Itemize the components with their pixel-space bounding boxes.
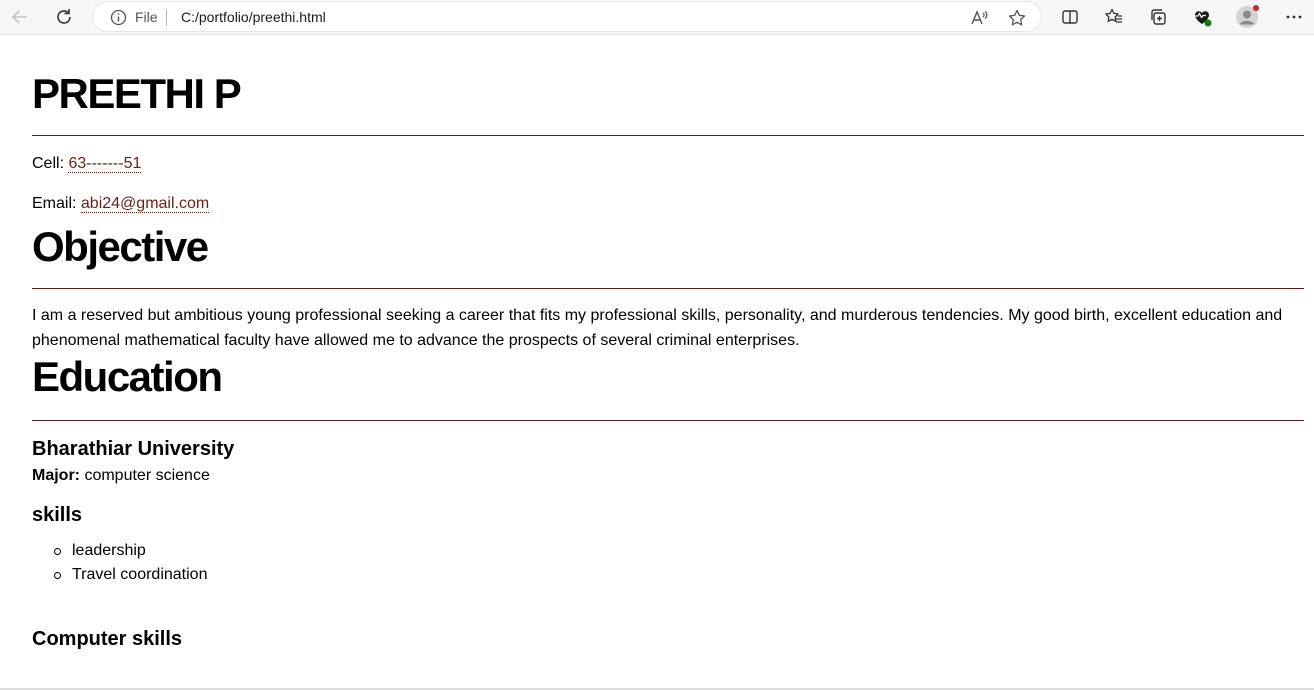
favorite-star-icon[interactable]: [1007, 8, 1027, 33]
url-text[interactable]: C:/portfolio/preethi.html: [181, 9, 326, 25]
scheme-label: File: [135, 9, 158, 25]
cell-label: Cell:: [32, 155, 65, 172]
objective-heading: Objective: [32, 223, 209, 270]
major-label: Major:: [32, 467, 80, 484]
cell-link[interactable]: 63-------51: [68, 155, 142, 173]
skills-list: leadership Travel coordination: [32, 539, 1304, 587]
major-value: computer science: [84, 467, 210, 484]
more-menu-button[interactable]: [1280, 3, 1308, 31]
objective-line-1: I am a reserved but ambitious young prof…: [32, 307, 1283, 324]
objective-line-2: phenomenal mathematical faculty have all…: [32, 331, 800, 349]
address-separator: [166, 9, 167, 26]
major-line: Major: computer science: [32, 466, 1304, 486]
resume-page: PREETHI P Cell: 63-------51 Email: abi24…: [32, 34, 1304, 651]
collections-icon: [1151, 9, 1166, 25]
address-bar[interactable]: File C:/portfolio/preethi.html: [92, 1, 1042, 32]
skills-heading: skills: [32, 504, 83, 526]
favorites-button[interactable]: [1100, 3, 1128, 31]
browser-toolbar: File C:/portfolio/preethi.html: [0, 0, 1314, 35]
health-icon: [1195, 11, 1212, 27]
back-button[interactable]: [6, 3, 34, 31]
info-icon[interactable]: [110, 9, 127, 31]
profile-avatar-icon: [1236, 5, 1259, 28]
back-arrow-icon: [11, 10, 27, 24]
university-name: Bharathiar University: [32, 438, 235, 460]
collections-button[interactable]: [1144, 3, 1172, 31]
email-label: Email:: [32, 195, 77, 212]
refresh-icon: [57, 9, 71, 24]
bullet-circle: [54, 548, 61, 555]
split-screen-button[interactable]: [1056, 3, 1084, 31]
split-screen-icon: [1062, 10, 1078, 24]
computer-skills-heading: Computer skills: [32, 628, 183, 650]
favorites-icon: [1105, 8, 1122, 23]
skill-label: leadership: [72, 542, 146, 559]
cell-line: Cell: 63-------51: [32, 154, 1304, 174]
list-item: Travel coordination: [32, 563, 1304, 587]
email-link[interactable]: abi24@gmail.com: [80, 195, 210, 213]
education-heading: Education: [32, 353, 223, 400]
email-line: Email: abi24@gmail.com: [32, 194, 1304, 214]
bullet-circle: [54, 572, 61, 579]
resume-name: PREETHI P: [32, 70, 242, 117]
read-aloud-icon[interactable]: [969, 8, 989, 33]
more-menu-icon: [1286, 15, 1302, 19]
refresh-button[interactable]: [50, 3, 78, 31]
skill-label: Travel coordination: [72, 566, 208, 583]
list-item: leadership: [32, 539, 1304, 563]
objective-text: I am a reserved but ambitious young prof…: [32, 304, 1304, 353]
profile-button[interactable]: [1233, 3, 1261, 31]
health-button[interactable]: [1188, 3, 1216, 31]
